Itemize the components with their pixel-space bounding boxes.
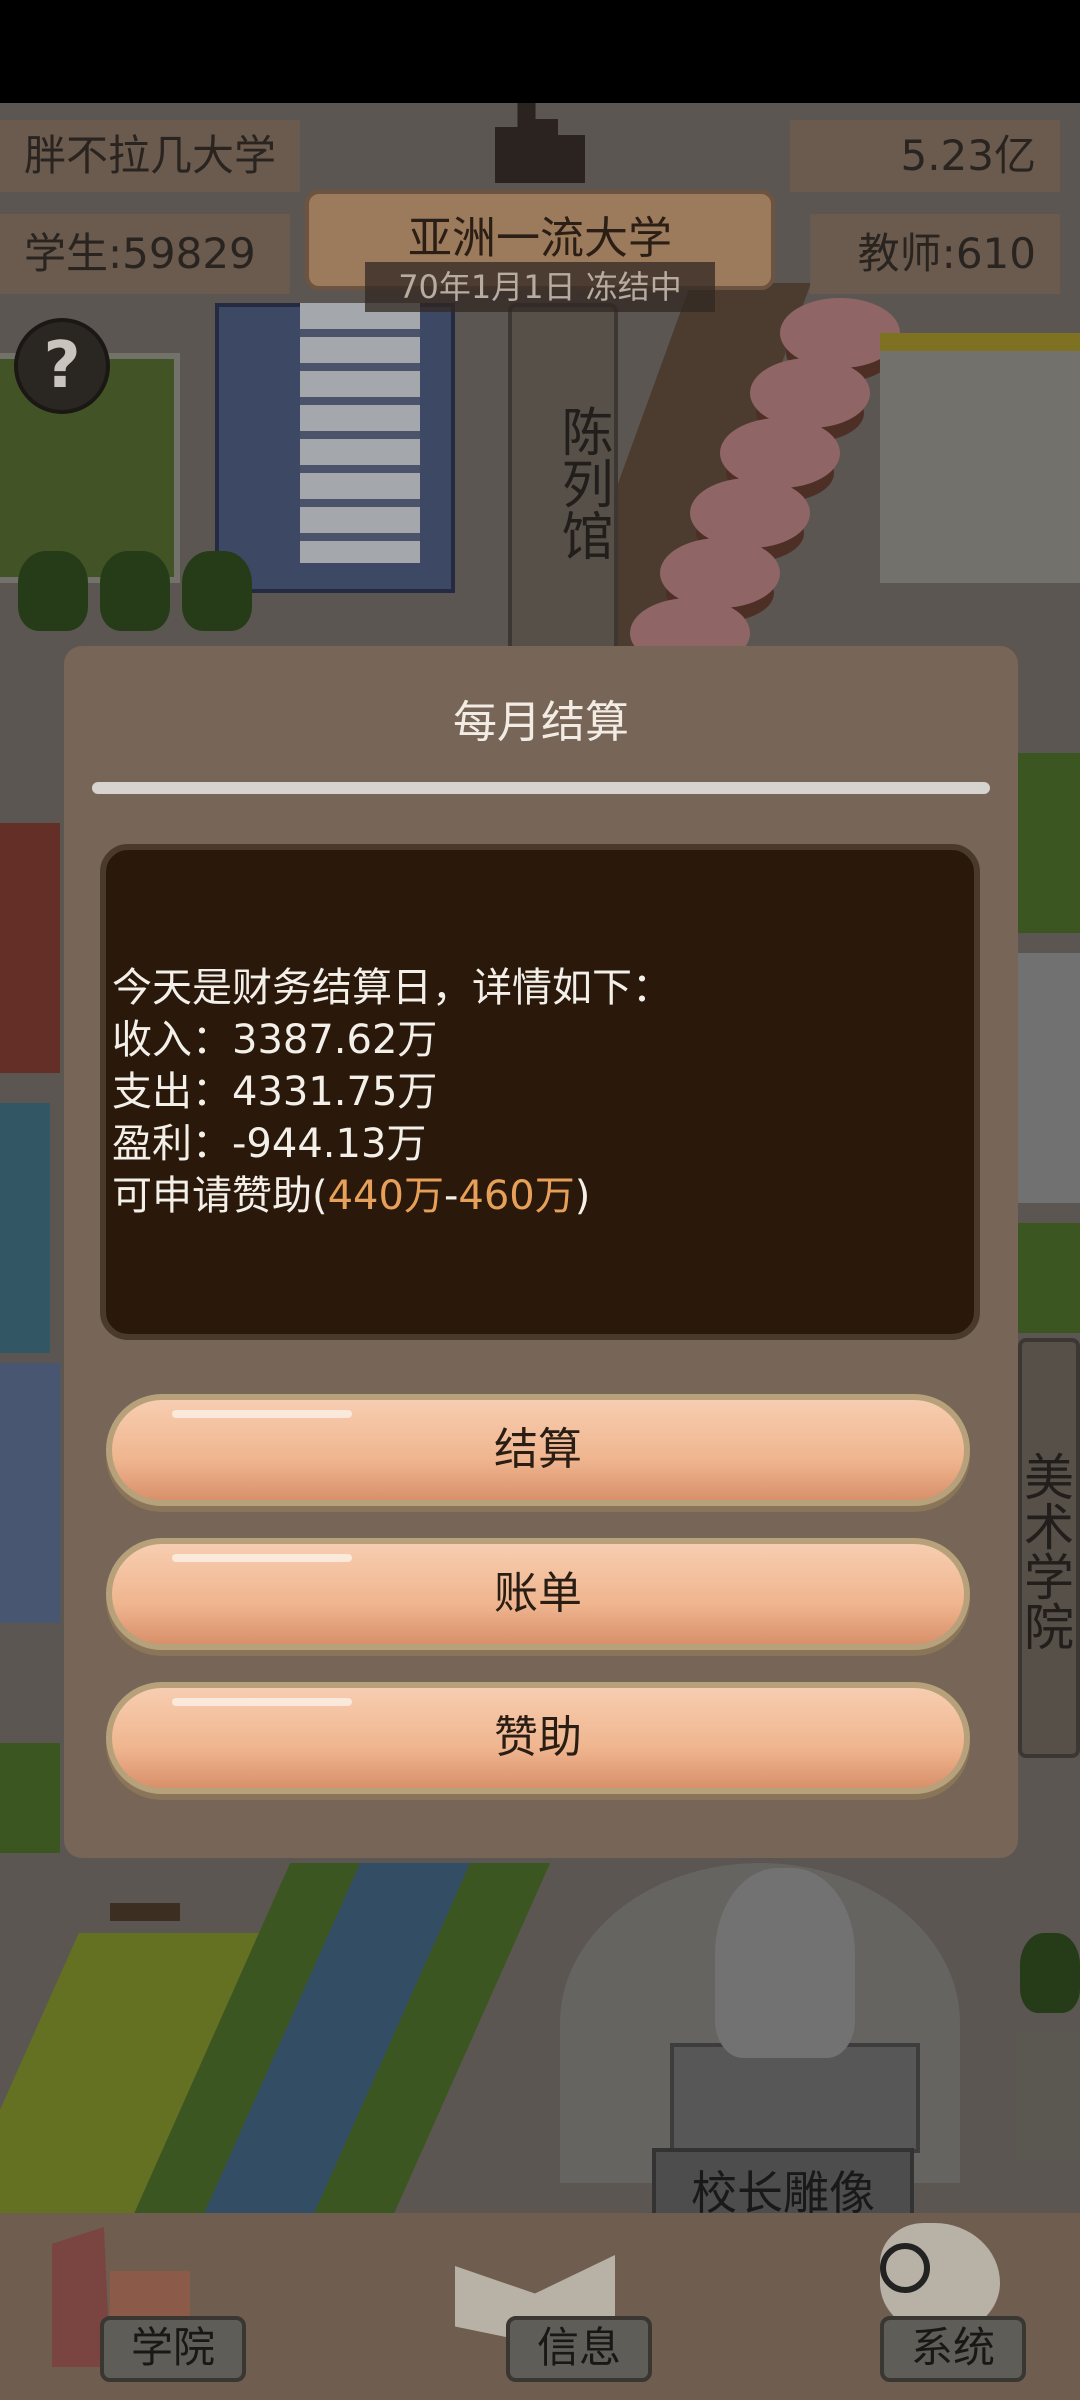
nav-system-label: 系统: [880, 2316, 1026, 2382]
bottom-nav: 学院 信息 系统: [0, 2213, 1080, 2400]
teacher-count: 教师:610: [810, 214, 1060, 294]
bill-button[interactable]: 账单: [106, 1538, 970, 1650]
sponsor-suffix: ): [574, 1173, 591, 1219]
sponsor-max: 460万: [458, 1173, 575, 1219]
sponsor-range-text: 可申请赞助(440万-460万): [112, 1170, 974, 1222]
dialog-title: 每月结算: [453, 697, 629, 748]
intro-text: 今天是财务结算日，详情如下：: [112, 965, 672, 1011]
expense-text: 支出：4331.75万: [112, 1069, 438, 1115]
nav-college[interactable]: 学院: [0, 2213, 360, 2400]
status-bar: [0, 0, 1080, 103]
sponsor-min: 440万: [327, 1173, 444, 1219]
sponsor-prefix: 可申请赞助(: [112, 1173, 328, 1219]
school-name: 胖不拉几大学: [0, 120, 300, 192]
profit-text: 盈利：-944.13万: [112, 1121, 427, 1167]
magnifier-icon: [880, 2243, 930, 2293]
nav-info[interactable]: 信息: [360, 2213, 720, 2400]
help-icon[interactable]: ?: [14, 318, 110, 414]
monthly-settlement-dialog: 每月结算 今天是财务结算日，详情如下： 收入：3387.62万 支出：4331.…: [64, 646, 1018, 1858]
nav-system[interactable]: 系统: [720, 2213, 1080, 2400]
settlement-info-box: 今天是财务结算日，详情如下： 收入：3387.62万 支出：4331.75万 盈…: [100, 844, 980, 1340]
settle-button[interactable]: 结算: [106, 1394, 970, 1506]
nav-college-label: 学院: [100, 2316, 246, 2382]
nav-info-label: 信息: [506, 2316, 652, 2382]
sponsor-button[interactable]: 赞助: [106, 1682, 970, 1794]
sponsor-dash: -: [443, 1173, 459, 1219]
income-text: 收入：3387.62万: [112, 1017, 438, 1063]
money-display: 5.23亿: [790, 120, 1060, 192]
date-status: 70年1月1日 冻结中: [365, 262, 715, 312]
student-count: 学生:59829: [0, 214, 290, 294]
title-divider: [92, 782, 990, 794]
